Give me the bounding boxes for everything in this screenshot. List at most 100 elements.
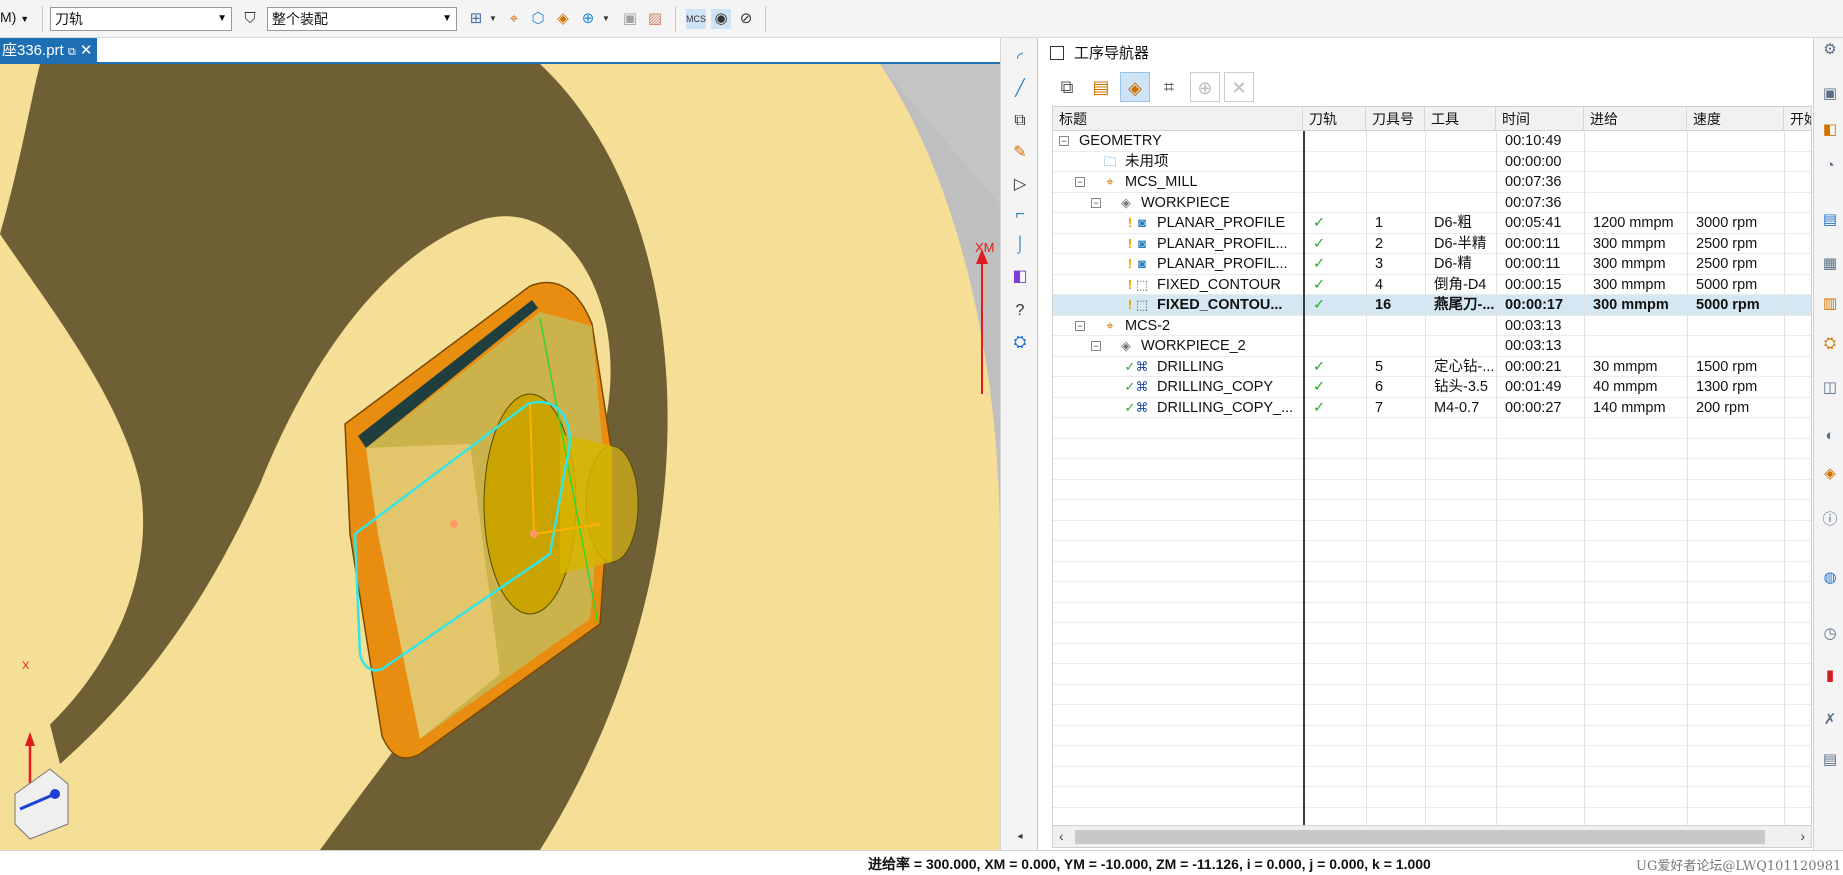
toolbar-separator bbox=[765, 6, 766, 32]
eye-icon[interactable]: ◉ bbox=[711, 9, 731, 29]
user-tool-icon[interactable]: ⛭ bbox=[1009, 332, 1031, 354]
geometry-view-icon[interactable]: ◈ bbox=[1120, 72, 1150, 102]
table-row[interactable]: ! ◙ PLANAR_PROFILE ✓ 1 D6-粗 00:05:41 1200 mmpm 3… bbox=[1053, 213, 1811, 234]
table-row[interactable]: ! ⬚ FIXED_CONTOU... ✓ 16 燕尾刀-... 00:00:17 300 m… bbox=[1053, 295, 1811, 316]
chevron-down-icon[interactable]: ▼ bbox=[596, 9, 616, 29]
scrollbar-thumb[interactable] bbox=[1075, 830, 1765, 844]
filter-icon[interactable]: ⛉ bbox=[240, 9, 260, 29]
column-header-speed[interactable]: 速度 bbox=[1687, 107, 1784, 131]
navigator-title-text: 工序导航器 bbox=[1074, 45, 1150, 62]
status-message: 进给率 = 300.000, XM = 0.000, YM = -10.000,… bbox=[868, 856, 1431, 872]
horizontal-scrollbar[interactable]: ‹ › bbox=[1053, 825, 1811, 847]
info-icon[interactable]: ⓘ bbox=[1820, 510, 1840, 530]
cube-icon[interactable]: ◧ bbox=[1009, 266, 1031, 288]
wrench-icon[interactable]: ✗ bbox=[1820, 710, 1840, 730]
table-icon[interactable]: ▦ bbox=[1820, 254, 1840, 274]
chevron-left-icon[interactable]: ◂ bbox=[1009, 826, 1031, 848]
box-icon[interactable]: ▣ bbox=[620, 9, 640, 29]
empty-row bbox=[1053, 623, 1811, 644]
operation-navigator-icon[interactable]: ▤ bbox=[1820, 210, 1840, 230]
scroll-right-icon[interactable]: › bbox=[1800, 828, 1805, 844]
reuse-library-icon[interactable]: ▥ bbox=[1820, 294, 1840, 314]
part-icon[interactable]: ◧ bbox=[1820, 120, 1840, 140]
column-header-tool-number[interactable]: 刀具号 bbox=[1366, 107, 1425, 131]
point-marker bbox=[450, 520, 458, 528]
graphics-viewport[interactable]: XM X bbox=[0, 64, 1000, 850]
globe-icon[interactable]: ◍ bbox=[1820, 568, 1840, 588]
table-row[interactable]: ! ⬚ FIXED_CONTOUR ✓ 4 倒角-D4 00:00:15 300 mmpm 50… bbox=[1053, 275, 1811, 295]
snap-point-icon[interactable]: ⌖ bbox=[504, 9, 524, 29]
table-row[interactable]: ✓ ⌘ DRILLING ✓ 5 定心钻-... 00:00:21 30 mmpm 1500 r… bbox=[1053, 357, 1811, 377]
solid-icon[interactable]: ▨ bbox=[645, 9, 665, 29]
close-icon[interactable]: ✕ bbox=[80, 42, 93, 59]
help-icon[interactable]: ? bbox=[1009, 300, 1031, 322]
menu-fragment[interactable]: M) ▼ bbox=[0, 9, 29, 25]
table-row[interactable]: ✓ ⌘ DRILLING_COPY_... ✓ 7 M4-0.7 00:00:27 140 m… bbox=[1053, 398, 1811, 418]
type-filter-dropdown[interactable]: 刀轨 ▼ bbox=[50, 7, 232, 31]
table-row[interactable]: − ◈ WORKPIECE_2 00:03:13 bbox=[1053, 336, 1811, 357]
operation-name: DRILLING_COPY_... bbox=[1157, 399, 1294, 416]
machine-navigator-icon[interactable]: ⛭ bbox=[1820, 334, 1840, 354]
collapse-toggle-icon[interactable]: − bbox=[1075, 320, 1085, 331]
sketch-icon[interactable]: ✎ bbox=[1009, 142, 1031, 164]
assembly-icon[interactable]: ▣ bbox=[1820, 84, 1840, 104]
eye-off-icon[interactable]: ⊘ bbox=[736, 9, 756, 29]
collapse-toggle-icon[interactable]: − bbox=[1091, 341, 1101, 351]
chevron-down-icon[interactable]: ▼ bbox=[483, 9, 503, 29]
column-header-tool[interactable]: 工具 bbox=[1425, 107, 1496, 131]
line-icon[interactable]: ╱ bbox=[1009, 78, 1031, 100]
web-browser-icon[interactable]: ◐ bbox=[1820, 426, 1840, 446]
collapse-toggle-icon[interactable]: − bbox=[1059, 136, 1069, 146]
palette-icon[interactable]: ◈ bbox=[1820, 464, 1840, 484]
checkbox-icon[interactable] bbox=[1050, 46, 1064, 60]
scope-dropdown[interactable]: 整个装配 ▼ bbox=[267, 7, 457, 31]
curve-icon[interactable]: ⌡ bbox=[1009, 234, 1031, 256]
gear-icon[interactable]: ⚙ bbox=[1820, 40, 1840, 60]
column-divider bbox=[1584, 131, 1585, 826]
color-palette-icon[interactable]: ▮ bbox=[1820, 666, 1840, 686]
column-divider bbox=[1366, 131, 1367, 826]
history-icon[interactable]: ◔ bbox=[1820, 156, 1840, 176]
table-row[interactable]: − ⌖ MCS-2 00:03:13 bbox=[1053, 316, 1811, 336]
mcs-display-icon[interactable]: MCS bbox=[686, 9, 706, 29]
column-header-feed[interactable]: 进给 bbox=[1584, 107, 1687, 131]
machining-time: 00:00:27 bbox=[1505, 399, 1562, 416]
toolpath-check-icon: ✓ bbox=[1313, 399, 1326, 416]
snap-icon[interactable]: ⊕ bbox=[578, 9, 598, 29]
clock-icon[interactable]: ◷ bbox=[1820, 624, 1840, 644]
machine-tool-view-icon[interactable]: ▤ bbox=[1086, 72, 1116, 102]
table-row[interactable]: 🗀 未用项 00:00:00 bbox=[1053, 152, 1811, 172]
empty-row bbox=[1053, 787, 1811, 808]
scroll-left-icon[interactable]: ‹ bbox=[1059, 828, 1064, 844]
document-tab-title: 座336.prt bbox=[2, 42, 64, 59]
hexagon-icon[interactable]: ⬡ bbox=[528, 9, 548, 29]
table-row[interactable]: ! ◙ PLANAR_PROFIL... ✓ 3 D6-精 00:00:11 300 mmpm… bbox=[1053, 254, 1811, 275]
method-view-icon[interactable]: ⌗ bbox=[1154, 72, 1184, 102]
collapse-toggle-icon[interactable]: − bbox=[1091, 197, 1101, 208]
pin-icon[interactable]: ⧉ bbox=[68, 46, 76, 58]
column-header-time[interactable]: 时间 bbox=[1496, 107, 1584, 131]
chain-icon[interactable]: ⧉ bbox=[1009, 110, 1031, 132]
table-row[interactable]: ! ◙ PLANAR_PROFIL... ✓ 2 D6-半精 00:00:11 300 mmp… bbox=[1053, 234, 1811, 254]
mcs-icon: ⌖ bbox=[1106, 174, 1114, 189]
column-divider bbox=[1496, 131, 1497, 826]
table-row[interactable]: − ◈ WORKPIECE 00:07:36 bbox=[1053, 193, 1811, 213]
document-tab[interactable]: 座336.prt ⧉ ✕ bbox=[0, 38, 97, 64]
collapse-toggle-icon[interactable]: − bbox=[1075, 177, 1085, 187]
column-header-start[interactable]: 开始 bbox=[1784, 107, 1811, 131]
play-icon[interactable]: ▷ bbox=[1009, 174, 1031, 196]
component-icon[interactable]: ◈ bbox=[553, 9, 573, 29]
table-row[interactable]: − GEOMETRY 00:10:49 bbox=[1053, 131, 1811, 152]
column-header-name[interactable]: 标题 bbox=[1053, 107, 1303, 131]
arc-icon[interactable]: ◜ bbox=[1009, 48, 1031, 70]
program-order-view-icon[interactable]: ⧉ bbox=[1052, 72, 1082, 102]
table-row[interactable]: ✓ ⌘ DRILLING_COPY ✓ 6 钻头-3.5 00:01:49 40 mmpm 13… bbox=[1053, 377, 1811, 398]
empty-row bbox=[1053, 644, 1811, 664]
model-view[interactable] bbox=[0, 64, 1000, 850]
profile-icon[interactable]: ⌐ bbox=[1009, 204, 1031, 226]
hd3d-icon[interactable]: ◫ bbox=[1820, 378, 1840, 398]
more-tools-icon[interactable]: ▤ bbox=[1820, 750, 1840, 770]
table-header: 标题 刀轨 刀具号 工具 时间 进给 速度 开始 bbox=[1053, 107, 1811, 131]
table-row[interactable]: − ⌖ MCS_MILL 00:07:36 bbox=[1053, 172, 1811, 193]
column-header-path[interactable]: 刀轨 bbox=[1303, 107, 1366, 131]
